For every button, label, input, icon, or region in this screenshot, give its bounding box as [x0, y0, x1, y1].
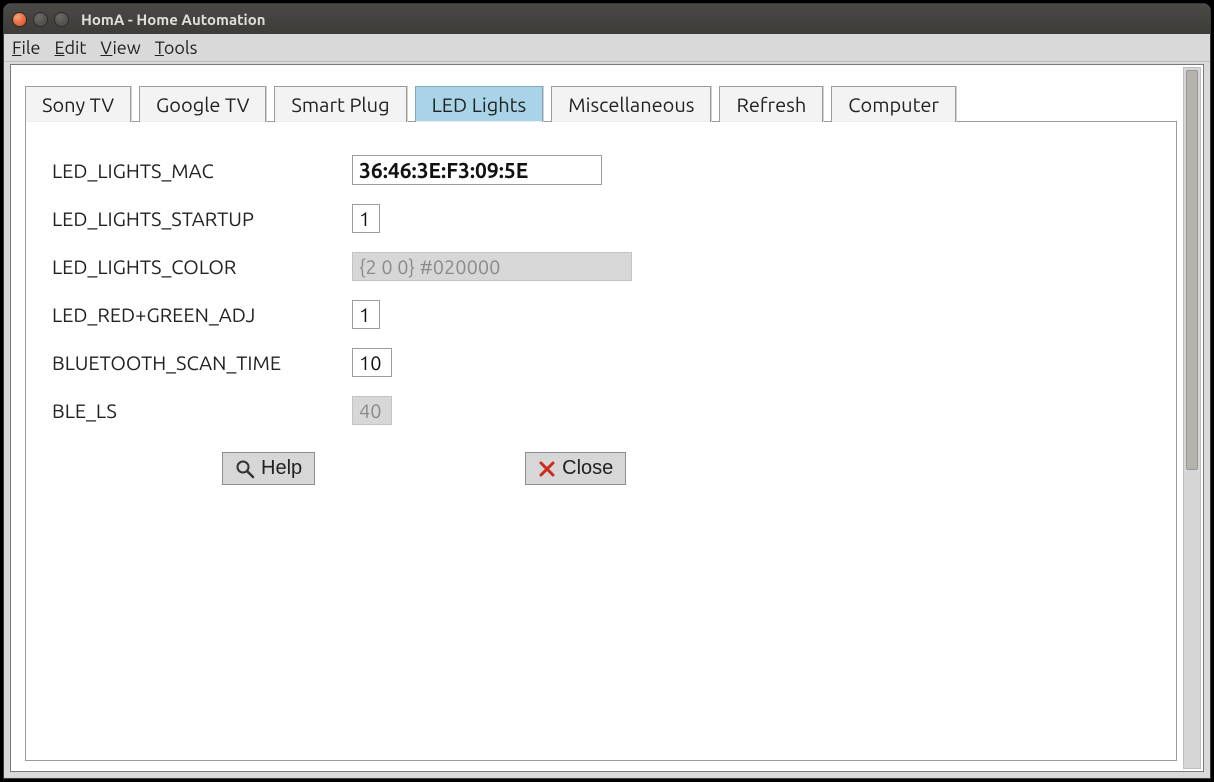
- menu-tools[interactable]: Tools: [155, 38, 198, 58]
- input-led-red-green-adj[interactable]: [352, 300, 380, 329]
- input-led-lights-startup[interactable]: [352, 204, 380, 233]
- menubar: File Edit View Tools: [4, 34, 1210, 62]
- input-led-lights-mac[interactable]: [352, 155, 602, 185]
- input-bluetooth-scan-time[interactable]: [352, 348, 392, 377]
- input-led-lights-color: [352, 252, 632, 281]
- menu-edit[interactable]: Edit: [55, 38, 87, 58]
- label-ble-ls: BLE_LS: [52, 399, 352, 422]
- tab-refresh[interactable]: Refresh: [719, 86, 823, 122]
- window-close-icon[interactable]: [12, 12, 27, 27]
- client-area: Sony TV Google TV Smart Plug LED Lights …: [10, 64, 1204, 772]
- label-led-lights-color: LED_LIGHTS_COLOR: [52, 255, 352, 278]
- tab-smart-plug[interactable]: Smart Plug: [274, 86, 406, 122]
- row-led-lights-color: LED_LIGHTS_COLOR: [52, 242, 1150, 290]
- row-led-red-green-adj: LED_RED+GREEN_ADJ: [52, 290, 1150, 338]
- button-row: Help Close: [222, 452, 1150, 485]
- tab-panel-led-lights: LED_LIGHTS_MAC LED_LIGHTS_STARTUP LED_LI…: [25, 121, 1177, 761]
- row-led-lights-startup: LED_LIGHTS_STARTUP: [52, 194, 1150, 242]
- tab-miscellaneous[interactable]: Miscellaneous: [551, 86, 711, 122]
- close-button[interactable]: Close: [525, 452, 626, 485]
- titlebar: HomA - Home Automation: [4, 4, 1210, 34]
- client-inner: Sony TV Google TV Smart Plug LED Lights …: [15, 69, 1187, 767]
- label-led-lights-mac: LED_LIGHTS_MAC: [52, 159, 352, 182]
- window-maximize-icon[interactable]: [54, 12, 69, 27]
- label-led-red-green-adj: LED_RED+GREEN_ADJ: [52, 303, 352, 326]
- vertical-scrollbar[interactable]: [1183, 67, 1201, 769]
- window-title: HomA - Home Automation: [81, 11, 266, 28]
- tab-bar: Sony TV Google TV Smart Plug LED Lights …: [15, 69, 1187, 121]
- label-bluetooth-scan-time: BLUETOOTH_SCAN_TIME: [52, 351, 352, 374]
- help-button-label: Help: [261, 457, 302, 480]
- close-icon: [538, 460, 556, 478]
- magnifier-icon: [235, 459, 255, 479]
- help-button[interactable]: Help: [222, 452, 315, 485]
- row-led-lights-mac: LED_LIGHTS_MAC: [52, 146, 1150, 194]
- row-ble-ls: BLE_LS: [52, 386, 1150, 434]
- window-minimize-icon[interactable]: [33, 12, 48, 27]
- tab-led-lights[interactable]: LED Lights: [415, 86, 544, 122]
- scrollbar-thumb[interactable]: [1186, 70, 1198, 470]
- label-led-lights-startup: LED_LIGHTS_STARTUP: [52, 207, 352, 230]
- menu-view[interactable]: View: [100, 38, 140, 58]
- close-button-label: Close: [562, 457, 613, 480]
- input-ble-ls: [352, 396, 392, 425]
- tab-sony-tv[interactable]: Sony TV: [25, 86, 131, 122]
- tab-computer[interactable]: Computer: [831, 86, 956, 122]
- window-frame: HomA - Home Automation File Edit View To…: [3, 3, 1211, 779]
- tab-google-tv[interactable]: Google TV: [139, 86, 266, 122]
- menu-file[interactable]: File: [12, 38, 41, 58]
- row-bluetooth-scan-time: BLUETOOTH_SCAN_TIME: [52, 338, 1150, 386]
